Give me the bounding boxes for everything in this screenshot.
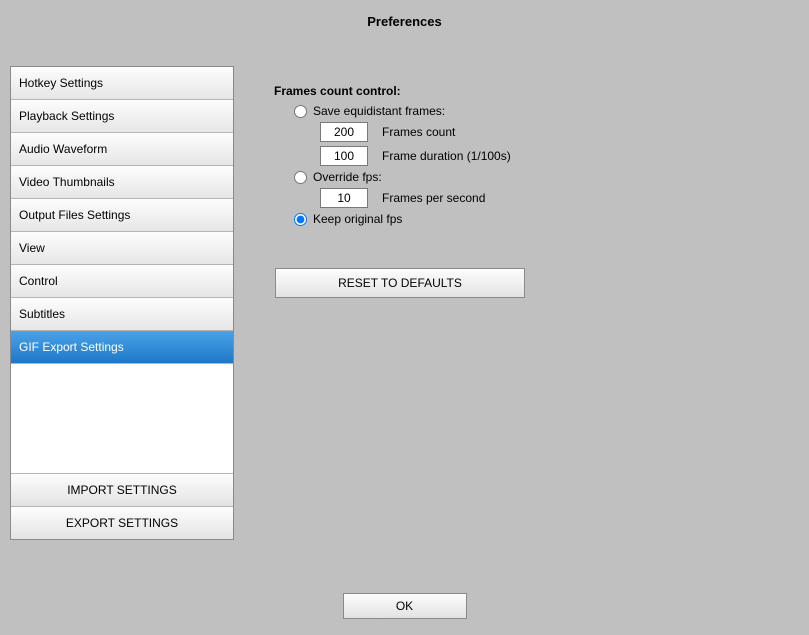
option-override-fps-label: Override fps: [313,170,382,184]
sidebar-item-gif-export-settings[interactable]: GIF Export Settings [11,331,233,364]
option-override-fps[interactable]: Override fps: [294,170,789,184]
sidebar-item-hotkey-settings[interactable]: Hotkey Settings [11,67,233,100]
ok-button[interactable]: OK [343,593,467,619]
content-pane: Frames count control: Save equidistant f… [260,66,789,298]
radio-keep-original[interactable] [294,213,307,226]
sidebar-item-subtitles[interactable]: Subtitles [11,298,233,331]
import-settings-button[interactable]: IMPORT SETTINGS [11,473,233,506]
option-keep-original[interactable]: Keep original fps [294,212,789,226]
section-title: Frames count control: [274,84,789,98]
fps-label: Frames per second [382,191,485,205]
sidebar-item-audio-waveform[interactable]: Audio Waveform [11,133,233,166]
option-save-equidistant[interactable]: Save equidistant frames: [294,104,789,118]
frame-duration-input[interactable] [320,146,368,166]
sidebar: Hotkey SettingsPlayback SettingsAudio Wa… [10,66,234,540]
sidebar-spacer [11,364,233,473]
sidebar-item-video-thumbnails[interactable]: Video Thumbnails [11,166,233,199]
sidebar-item-view[interactable]: View [11,232,233,265]
option-save-equidistant-label: Save equidistant frames: [313,104,445,118]
frames-count-label: Frames count [382,125,455,139]
fps-input[interactable] [320,188,368,208]
sidebar-item-output-files-settings[interactable]: Output Files Settings [11,199,233,232]
frame-duration-label: Frame duration (1/100s) [382,149,511,163]
reset-to-defaults-button[interactable]: RESET TO DEFAULTS [275,268,525,298]
radio-override-fps[interactable] [294,171,307,184]
dialog-title: Preferences [0,14,809,29]
sidebar-item-control[interactable]: Control [11,265,233,298]
sidebar-item-playback-settings[interactable]: Playback Settings [11,100,233,133]
option-keep-original-label: Keep original fps [313,212,402,226]
radio-save-equidistant[interactable] [294,105,307,118]
export-settings-button[interactable]: EXPORT SETTINGS [11,506,233,539]
frames-count-input[interactable] [320,122,368,142]
